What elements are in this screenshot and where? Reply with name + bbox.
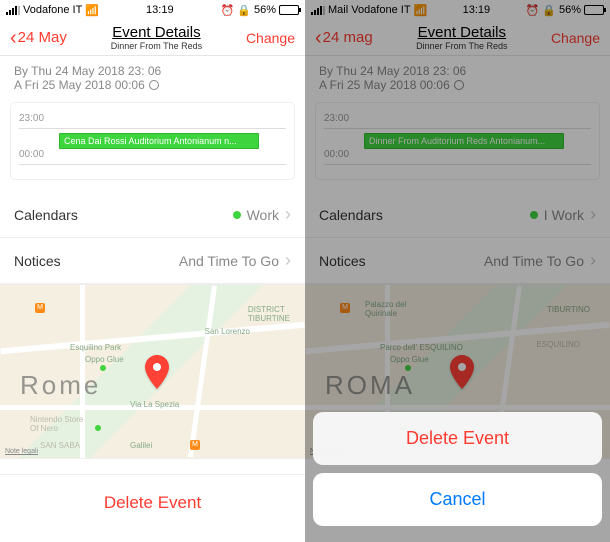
notice-label: Notices	[319, 253, 366, 269]
notice-value: And Time To Go	[179, 253, 279, 269]
back-label: 24 mag	[323, 29, 373, 46]
chevron-left-icon: ‹	[315, 28, 322, 48]
lock-icon: 🔒	[542, 4, 556, 17]
map-label: Palazzo delQuirinale	[365, 300, 406, 318]
chevron-right-icon: ›	[285, 204, 291, 225]
map-label: SAN SABA	[40, 441, 80, 450]
map-pin-icon	[450, 355, 474, 394]
back-label: 24 May	[18, 29, 67, 46]
delete-event-button[interactable]: Delete Event	[313, 412, 602, 465]
alarm-icon: ⏰	[526, 4, 540, 17]
dot-icon	[530, 211, 538, 219]
map-label: Oppo Glue	[390, 355, 429, 364]
nav-bar: ‹ 24 May Event Details Dinner From The R…	[0, 20, 305, 56]
battery-icon	[279, 5, 299, 15]
battery-label: 56%	[254, 4, 276, 16]
chevron-right-icon: ›	[590, 204, 596, 225]
chevron-right-icon: ›	[285, 250, 291, 271]
map-label: Galilei	[130, 441, 152, 450]
page-subtitle: Dinner From The Reds	[111, 41, 202, 51]
timeline[interactable]: 23:00 Dinner From Auditorium Reds Antoni…	[315, 102, 600, 180]
notice-label: Notices	[14, 253, 61, 269]
metro-icon: M	[190, 440, 200, 450]
chevron-left-icon: ‹	[10, 28, 17, 48]
lock-icon: 🔒	[237, 4, 251, 17]
action-sheet: Delete Event Cancel	[313, 412, 602, 534]
chevron-right-icon: ›	[590, 250, 596, 271]
map-label: ESQUILINO	[536, 340, 580, 349]
event-block[interactable]: Cena Dai Rossi Auditorium Antonianum n..…	[59, 133, 259, 149]
hour-label: 00:00	[324, 149, 591, 160]
screenshot-right: Mail Vodafone IT 📶 13:19 ⏰ 🔒 56% ‹ 24 ma…	[305, 0, 610, 542]
battery-icon	[584, 5, 604, 15]
hour-label: 23:00	[19, 113, 286, 124]
calendars-label: Calendars	[14, 207, 78, 223]
status-bar: Mail Vodafone IT 📶 13:19 ⏰ 🔒 56%	[305, 0, 610, 20]
map-label: TIBURTINO	[547, 305, 590, 314]
calendars-label: Calendars	[319, 207, 383, 223]
start-date: By Thu 24 May 2018 23: 06	[14, 64, 161, 78]
back-button[interactable]: ‹ 24 May	[10, 28, 67, 48]
status-bar: Vodafone IT 📶 13:19 ⏰ 🔒 56%	[0, 0, 305, 20]
carrier-label: Mail Vodafone IT	[328, 4, 411, 16]
clock-icon	[454, 80, 464, 90]
map-city: Rome	[20, 370, 101, 401]
map-city: ROMA	[325, 370, 415, 401]
map-label: DISTRICTTIBURTINE	[248, 305, 290, 323]
screenshot-left: Vodafone IT 📶 13:19 ⏰ 🔒 56% ‹ 24 May Eve…	[0, 0, 305, 542]
map-label: Via La Spezia	[130, 400, 179, 409]
calendars-value: Work	[247, 207, 279, 223]
date-range: By Thu 24 May 2018 23: 06 A Fri 25 May 2…	[305, 56, 610, 96]
nav-bar: ‹ 24 mag Event Details Dinner From The R…	[305, 20, 610, 56]
event-block[interactable]: Dinner From Auditorium Reds Antonianum..…	[364, 133, 564, 149]
metro-icon: M	[35, 303, 45, 313]
page-title: Event Details	[111, 24, 202, 41]
dot-icon	[233, 211, 241, 219]
map-label: San Lorenzo	[205, 327, 250, 336]
notice-row[interactable]: Notices And Time To Go ›	[305, 238, 610, 284]
map-legal[interactable]: Note legali	[5, 448, 38, 455]
metro-icon: M	[340, 303, 350, 313]
signal-icon	[6, 6, 20, 15]
map-label: Oppo Glue	[85, 355, 124, 364]
map-pin-icon	[145, 355, 169, 394]
timeline[interactable]: 23:00 Cena Dai Rossi Auditorium Antonian…	[10, 102, 295, 180]
change-button[interactable]: Change	[246, 30, 295, 46]
delete-event-button[interactable]: Delete Event	[0, 474, 305, 531]
map-label: Parco dell' ESQUILINO	[380, 343, 463, 352]
clock-icon	[149, 80, 159, 90]
notice-row[interactable]: Notices And Time To Go ›	[0, 238, 305, 284]
map-label: Nintendo StoreOf Nero	[30, 415, 83, 433]
cancel-button[interactable]: Cancel	[313, 473, 602, 526]
battery-label: 56%	[559, 4, 581, 16]
status-time: 13:19	[146, 4, 174, 16]
calendars-row[interactable]: Calendars I Work ›	[305, 192, 610, 238]
end-date: A Fri 25 May 2018 00:06	[14, 78, 145, 92]
hour-label: 23:00	[324, 113, 591, 124]
end-date: A Fri 25 May 2018 00:06	[319, 78, 450, 92]
start-date: By Thu 24 May 2018 23: 06	[319, 64, 466, 78]
alarm-icon: ⏰	[221, 4, 235, 17]
calendars-row[interactable]: Calendars Work ›	[0, 192, 305, 238]
map-view[interactable]: DISTRICTTIBURTINE San Lorenzo Esquilino …	[0, 284, 305, 459]
page-subtitle: Dinner From The Reds	[416, 41, 507, 51]
change-button[interactable]: Change	[551, 30, 600, 46]
date-range: By Thu 24 May 2018 23: 06 A Fri 25 May 2…	[0, 56, 305, 96]
page-title: Event Details	[416, 24, 507, 41]
notice-value: And Time To Go	[484, 253, 584, 269]
calendars-value: I Work	[544, 207, 584, 223]
hour-label: 00:00	[19, 149, 286, 160]
status-time: 13:19	[463, 4, 491, 16]
signal-icon	[311, 6, 325, 15]
back-button[interactable]: ‹ 24 mag	[315, 28, 373, 48]
carrier-label: Vodafone IT	[23, 4, 82, 16]
map-label: Esquilino Park	[70, 343, 121, 352]
